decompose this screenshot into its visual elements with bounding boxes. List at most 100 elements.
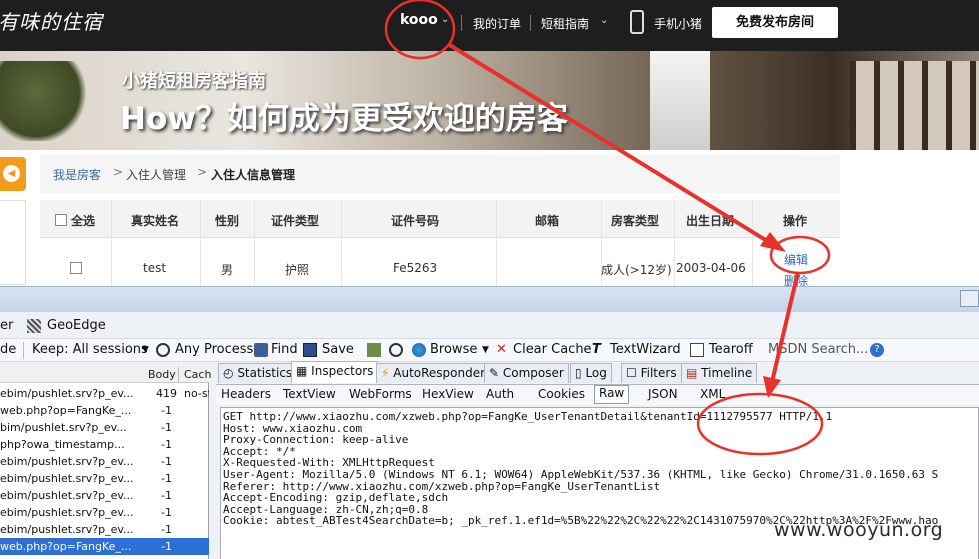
subtab-auth[interactable]: Auth <box>486 387 514 401</box>
session-row[interactable]: php?owa_timestamp... -1 <box>0 436 209 453</box>
th-id-type: 证件类型 <box>271 214 320 228</box>
col-divider <box>496 200 497 286</box>
subtab-webforms[interactable]: WebForms <box>349 387 412 401</box>
binoculars-icon <box>254 343 268 357</box>
keep-sessions-dropdown[interactable]: Keep: All sessions <box>32 342 148 357</box>
subtab-hexview[interactable]: HexView <box>422 387 474 401</box>
session-url: ebim/pushlet.srv?p_ev... <box>0 472 134 485</box>
tab-inspectors[interactable]: ▦ Inspectors <box>291 361 379 383</box>
row-checkbox[interactable] <box>70 262 82 274</box>
col-caching[interactable]: Cach <box>184 368 211 381</box>
session-row[interactable]: ebim/pushlet.srv?p_ev... -1 <box>0 504 209 521</box>
back-button[interactable]: ◀ <box>0 157 26 191</box>
window-minimize-button[interactable] <box>960 290 979 307</box>
red-x-icon: ✕ <box>496 342 507 357</box>
session-row[interactable]: ebim/pushlet.srv?p_ev... 419 no-st <box>0 385 209 402</box>
session-row-selected[interactable]: web.php?op=FangKe_... -1 <box>0 538 209 555</box>
banner-chair-image <box>850 61 979 150</box>
cell-birth-date: 2003-04-06 <box>676 261 746 275</box>
col-divider <box>254 200 255 286</box>
tab-label: AutoResponder <box>393 366 486 380</box>
cell-guest-type: 成人(>12岁) <box>601 263 672 277</box>
subtab-textview[interactable]: TextView <box>283 387 336 401</box>
chevron-down-icon[interactable]: ▼ <box>142 345 149 355</box>
tab-timeline[interactable]: ▤ Timeline <box>681 363 758 383</box>
session-row[interactable]: bim/pushlet.srv?p_ev... -1 <box>0 419 209 436</box>
th-birth-date: 出生日期 <box>686 214 735 228</box>
timer-icon <box>389 343 403 357</box>
session-url: ebim/pushlet.srv?p_ev... <box>0 489 134 502</box>
session-body: -1 <box>161 506 172 519</box>
session-row[interactable]: ebim/pushlet.srv?p_ev... -1 <box>0 521 209 538</box>
session-url: php?owa_timestamp... <box>0 438 125 451</box>
msdn-search-input[interactable]: MSDN Search... <box>768 342 868 357</box>
col-divider <box>752 200 753 286</box>
session-body: -1 <box>161 472 172 485</box>
select-all-checkbox[interactable] <box>55 214 67 226</box>
find-button[interactable]: Find <box>271 342 298 357</box>
subtab-xml[interactable]: XML <box>700 387 725 401</box>
session-row[interactable]: ebim/pushlet.srv?p_ev... -1 <box>0 470 209 487</box>
tab-statistics[interactable]: ◴ Statistics <box>218 363 298 383</box>
clear-cache-button[interactable]: Clear Cache <box>513 342 592 357</box>
tab-filters[interactable]: ☐ Filters <box>621 363 682 383</box>
menu-item-geoedge[interactable]: GeoEdge <box>47 318 106 333</box>
publish-room-button[interactable]: 免费发布房间 <box>712 7 838 38</box>
breadcrumb-current: 入住人信息管理 <box>211 168 296 182</box>
chevron-down-icon[interactable]: ▼ <box>482 345 489 355</box>
tab-label: Filters <box>640 366 677 380</box>
chevron-down-icon[interactable]: ⌄ <box>441 14 449 25</box>
request-view-tabs: Headers TextView WebForms HexView Auth C… <box>216 384 979 405</box>
textwizard-button[interactable]: TextWizard <box>610 342 681 357</box>
nav-my-orders[interactable]: 我的订单 <box>473 15 521 32</box>
th-email: 邮箱 <box>535 214 560 228</box>
session-url: ebim/pushlet.srv?p_ev... <box>0 523 134 536</box>
session-row[interactable]: ebim/pushlet.srv?p_ev... -1 <box>0 453 209 470</box>
col-divider <box>341 200 342 286</box>
col-body[interactable]: Body <box>148 368 176 381</box>
mobile-phone-icon[interactable] <box>630 10 644 34</box>
cell-gender: 男 <box>221 263 234 277</box>
nav-mobile-app[interactable]: 手机小猪 <box>654 15 702 32</box>
raw-line: User-Agent: Mozilla/5.0 (Windows NT 6.1;… <box>223 467 939 481</box>
stopwatch-icon: ◴ <box>223 366 234 380</box>
col-divider <box>200 200 201 286</box>
window-title-bar <box>0 287 979 312</box>
subtab-json[interactable]: JSON <box>648 387 678 401</box>
session-body: -1 <box>161 438 172 451</box>
banner-lamp-image <box>650 51 710 150</box>
tab-composer[interactable]: ✎ Composer <box>484 363 569 383</box>
nav-rental-guide[interactable]: 短租指南 <box>541 15 589 32</box>
tab-log[interactable]: ▯ Log <box>570 363 612 383</box>
guide-banner: 小猪短租房客指南 How？如何成为更受欢迎的房客 <box>0 51 979 150</box>
session-body: -1 <box>161 421 172 434</box>
subtab-headers[interactable]: Headers <box>221 387 271 401</box>
subtab-cookies[interactable]: Cookies <box>538 387 585 401</box>
tearoff-button[interactable]: Tearoff <box>709 342 753 357</box>
watermark: www.wooyun.org <box>774 519 944 541</box>
occupant-table: 全选 真实姓名 性别 证件类型 证件号码 邮箱 房客类型 出生日期 操作 tes… <box>40 200 840 288</box>
edit-link[interactable]: 编辑 <box>784 251 808 268</box>
save-button[interactable]: Save <box>322 342 354 357</box>
subtab-raw[interactable]: Raw <box>594 385 630 404</box>
menu-item-rules[interactable]: er <box>0 318 13 333</box>
site-logo[interactable]: 有味的住宿 <box>0 6 103 35</box>
any-process-button[interactable]: Any Process <box>175 342 253 357</box>
back-arrow-icon: ◀ <box>3 165 20 182</box>
toolbar-sep <box>23 342 24 359</box>
chevron-down-icon[interactable]: ⌄ <box>600 15 608 26</box>
toolbar-mode[interactable]: de <box>0 342 16 357</box>
help-icon[interactable]: ? <box>870 343 884 357</box>
session-row[interactable]: web.php?op=FangKe_... -1 <box>0 402 209 419</box>
geoedge-icon <box>27 319 41 333</box>
breadcrumb-guest[interactable]: 我是房客 <box>53 166 101 183</box>
session-url: bim/pushlet.srv?p_ev... <box>0 421 127 434</box>
session-row[interactable]: ebim/pushlet.srv?p_ev... -1 <box>0 487 209 504</box>
breadcrumb-occupant-mgmt[interactable]: 入住人管理 <box>126 166 186 183</box>
banner-title: How？如何成为更受欢迎的房客 <box>120 101 568 137</box>
tab-autoresponder[interactable]: ⚡ AutoResponder <box>376 363 491 383</box>
cell-id-type: 护照 <box>285 263 310 277</box>
browse-button[interactable]: Browse <box>430 342 477 357</box>
fiddler-toolbar: de Keep: All sessions ▼ Any Process Find… <box>0 338 979 362</box>
user-menu[interactable]: kooo <box>400 12 438 28</box>
